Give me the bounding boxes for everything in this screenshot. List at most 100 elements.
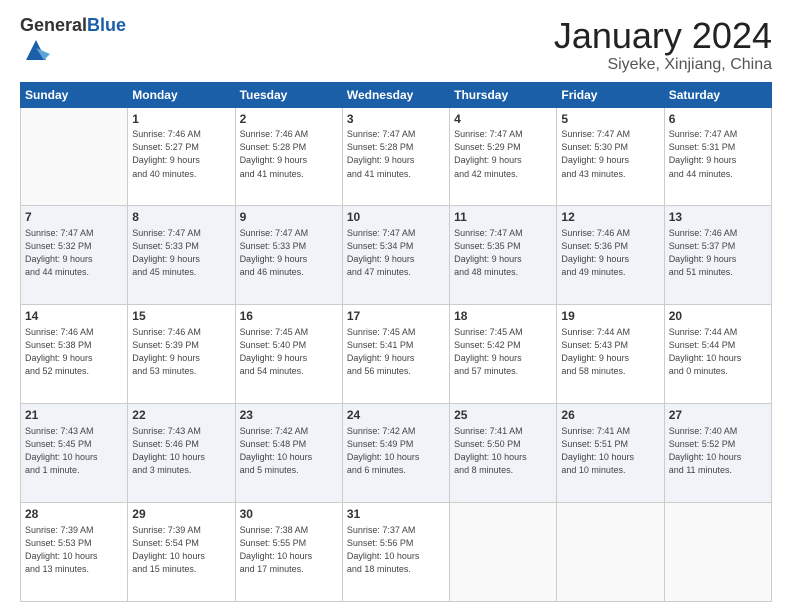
calendar-cell: 11Sunrise: 7:47 AM Sunset: 5:35 PM Dayli… [450, 206, 557, 305]
day-info: Sunrise: 7:47 AM Sunset: 5:29 PM Dayligh… [454, 128, 552, 180]
logo-icon [22, 36, 50, 64]
day-number: 12 [561, 209, 659, 226]
day-info: Sunrise: 7:45 AM Sunset: 5:40 PM Dayligh… [240, 326, 338, 378]
logo-blue: Blue [87, 15, 126, 35]
day-number: 13 [669, 209, 767, 226]
day-number: 9 [240, 209, 338, 226]
day-info: Sunrise: 7:47 AM Sunset: 5:31 PM Dayligh… [669, 128, 767, 180]
day-info: Sunrise: 7:43 AM Sunset: 5:46 PM Dayligh… [132, 425, 230, 477]
day-info: Sunrise: 7:46 AM Sunset: 5:28 PM Dayligh… [240, 128, 338, 180]
day-number: 14 [25, 308, 123, 325]
calendar-cell: 12Sunrise: 7:46 AM Sunset: 5:36 PM Dayli… [557, 206, 664, 305]
page: GeneralBlue January 2024 Siyeke, Xinjian… [0, 0, 792, 612]
col-header-wednesday: Wednesday [342, 82, 449, 107]
calendar-cell: 28Sunrise: 7:39 AM Sunset: 5:53 PM Dayli… [21, 503, 128, 602]
calendar-cell: 17Sunrise: 7:45 AM Sunset: 5:41 PM Dayli… [342, 305, 449, 404]
day-info: Sunrise: 7:46 AM Sunset: 5:37 PM Dayligh… [669, 227, 767, 279]
day-number: 21 [25, 407, 123, 424]
day-info: Sunrise: 7:47 AM Sunset: 5:30 PM Dayligh… [561, 128, 659, 180]
col-header-monday: Monday [128, 82, 235, 107]
day-info: Sunrise: 7:44 AM Sunset: 5:44 PM Dayligh… [669, 326, 767, 378]
calendar-cell: 19Sunrise: 7:44 AM Sunset: 5:43 PM Dayli… [557, 305, 664, 404]
day-info: Sunrise: 7:47 AM Sunset: 5:28 PM Dayligh… [347, 128, 445, 180]
day-info: Sunrise: 7:39 AM Sunset: 5:53 PM Dayligh… [25, 524, 123, 576]
calendar-cell [664, 503, 771, 602]
day-number: 28 [25, 506, 123, 523]
day-number: 20 [669, 308, 767, 325]
calendar-cell: 9Sunrise: 7:47 AM Sunset: 5:33 PM Daylig… [235, 206, 342, 305]
day-info: Sunrise: 7:47 AM Sunset: 5:33 PM Dayligh… [132, 227, 230, 279]
day-number: 29 [132, 506, 230, 523]
day-number: 11 [454, 209, 552, 226]
col-header-thursday: Thursday [450, 82, 557, 107]
calendar-cell: 15Sunrise: 7:46 AM Sunset: 5:39 PM Dayli… [128, 305, 235, 404]
calendar-week-4: 21Sunrise: 7:43 AM Sunset: 5:45 PM Dayli… [21, 404, 772, 503]
calendar-cell: 4Sunrise: 7:47 AM Sunset: 5:29 PM Daylig… [450, 107, 557, 206]
day-number: 31 [347, 506, 445, 523]
calendar-cell: 1Sunrise: 7:46 AM Sunset: 5:27 PM Daylig… [128, 107, 235, 206]
calendar-cell: 30Sunrise: 7:38 AM Sunset: 5:55 PM Dayli… [235, 503, 342, 602]
day-number: 22 [132, 407, 230, 424]
day-number: 15 [132, 308, 230, 325]
calendar-week-2: 7Sunrise: 7:47 AM Sunset: 5:32 PM Daylig… [21, 206, 772, 305]
day-info: Sunrise: 7:41 AM Sunset: 5:51 PM Dayligh… [561, 425, 659, 477]
day-info: Sunrise: 7:47 AM Sunset: 5:33 PM Dayligh… [240, 227, 338, 279]
calendar-cell: 24Sunrise: 7:42 AM Sunset: 5:49 PM Dayli… [342, 404, 449, 503]
day-number: 3 [347, 111, 445, 128]
calendar-cell [557, 503, 664, 602]
day-number: 5 [561, 111, 659, 128]
calendar-cell: 10Sunrise: 7:47 AM Sunset: 5:34 PM Dayli… [342, 206, 449, 305]
calendar-cell: 16Sunrise: 7:45 AM Sunset: 5:40 PM Dayli… [235, 305, 342, 404]
calendar-cell: 20Sunrise: 7:44 AM Sunset: 5:44 PM Dayli… [664, 305, 771, 404]
day-number: 19 [561, 308, 659, 325]
day-info: Sunrise: 7:46 AM Sunset: 5:39 PM Dayligh… [132, 326, 230, 378]
calendar-cell: 6Sunrise: 7:47 AM Sunset: 5:31 PM Daylig… [664, 107, 771, 206]
day-number: 25 [454, 407, 552, 424]
calendar-cell: 22Sunrise: 7:43 AM Sunset: 5:46 PM Dayli… [128, 404, 235, 503]
calendar-cell: 27Sunrise: 7:40 AM Sunset: 5:52 PM Dayli… [664, 404, 771, 503]
day-number: 16 [240, 308, 338, 325]
calendar-cell: 7Sunrise: 7:47 AM Sunset: 5:32 PM Daylig… [21, 206, 128, 305]
title-block: January 2024 Siyeke, Xinjiang, China [554, 16, 772, 74]
day-info: Sunrise: 7:46 AM Sunset: 5:36 PM Dayligh… [561, 227, 659, 279]
calendar-cell: 29Sunrise: 7:39 AM Sunset: 5:54 PM Dayli… [128, 503, 235, 602]
day-info: Sunrise: 7:42 AM Sunset: 5:49 PM Dayligh… [347, 425, 445, 477]
calendar-cell: 23Sunrise: 7:42 AM Sunset: 5:48 PM Dayli… [235, 404, 342, 503]
day-number: 24 [347, 407, 445, 424]
day-number: 1 [132, 111, 230, 128]
col-header-tuesday: Tuesday [235, 82, 342, 107]
calendar-cell: 21Sunrise: 7:43 AM Sunset: 5:45 PM Dayli… [21, 404, 128, 503]
day-info: Sunrise: 7:45 AM Sunset: 5:41 PM Dayligh… [347, 326, 445, 378]
day-number: 17 [347, 308, 445, 325]
header: GeneralBlue January 2024 Siyeke, Xinjian… [20, 16, 772, 74]
day-number: 30 [240, 506, 338, 523]
calendar-cell [21, 107, 128, 206]
calendar-week-3: 14Sunrise: 7:46 AM Sunset: 5:38 PM Dayli… [21, 305, 772, 404]
day-info: Sunrise: 7:45 AM Sunset: 5:42 PM Dayligh… [454, 326, 552, 378]
calendar-cell: 8Sunrise: 7:47 AM Sunset: 5:33 PM Daylig… [128, 206, 235, 305]
col-header-friday: Friday [557, 82, 664, 107]
month-title: January 2024 [554, 16, 772, 56]
day-info: Sunrise: 7:37 AM Sunset: 5:56 PM Dayligh… [347, 524, 445, 576]
day-number: 8 [132, 209, 230, 226]
calendar: Sunday Monday Tuesday Wednesday Thursday… [20, 82, 772, 602]
location-title: Siyeke, Xinjiang, China [554, 56, 772, 74]
day-info: Sunrise: 7:43 AM Sunset: 5:45 PM Dayligh… [25, 425, 123, 477]
logo-text: GeneralBlue [20, 16, 126, 36]
day-info: Sunrise: 7:40 AM Sunset: 5:52 PM Dayligh… [669, 425, 767, 477]
day-info: Sunrise: 7:39 AM Sunset: 5:54 PM Dayligh… [132, 524, 230, 576]
col-header-saturday: Saturday [664, 82, 771, 107]
day-info: Sunrise: 7:47 AM Sunset: 5:34 PM Dayligh… [347, 227, 445, 279]
day-info: Sunrise: 7:42 AM Sunset: 5:48 PM Dayligh… [240, 425, 338, 477]
calendar-cell: 14Sunrise: 7:46 AM Sunset: 5:38 PM Dayli… [21, 305, 128, 404]
day-number: 26 [561, 407, 659, 424]
day-number: 7 [25, 209, 123, 226]
day-number: 4 [454, 111, 552, 128]
day-info: Sunrise: 7:41 AM Sunset: 5:50 PM Dayligh… [454, 425, 552, 477]
day-number: 27 [669, 407, 767, 424]
day-info: Sunrise: 7:47 AM Sunset: 5:35 PM Dayligh… [454, 227, 552, 279]
day-number: 23 [240, 407, 338, 424]
day-info: Sunrise: 7:46 AM Sunset: 5:27 PM Dayligh… [132, 128, 230, 180]
calendar-cell: 13Sunrise: 7:46 AM Sunset: 5:37 PM Dayli… [664, 206, 771, 305]
day-number: 18 [454, 308, 552, 325]
